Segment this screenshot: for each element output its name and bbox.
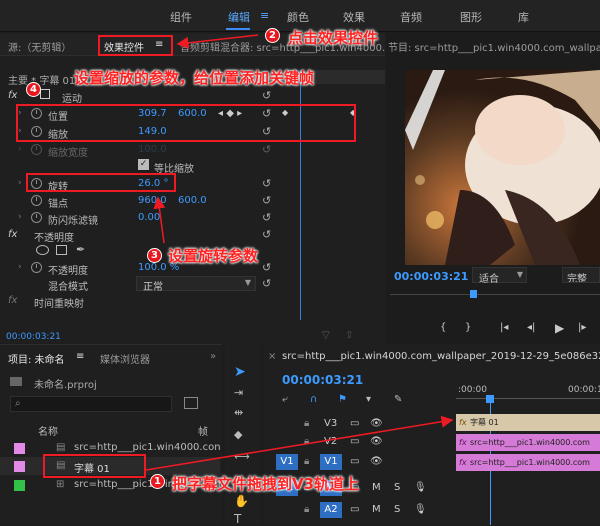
step-badge-3: 3 <box>147 248 162 263</box>
callout-click-effect-controls: 点击效果控件 <box>288 29 379 47</box>
arrow-to-effect-controls <box>176 34 259 49</box>
step-badge-1: 1 <box>150 474 165 489</box>
callout-drag-title-v3: 把字幕文件拖拽到V3轨道上 <box>172 475 360 493</box>
step-badge-4: 4 <box>26 82 41 97</box>
step-badge-2: 2 <box>265 28 280 43</box>
arrow-to-v3-track <box>145 415 454 471</box>
callout-set-scale-keyframe: 设置缩放的参数，给位置添加关键帧 <box>74 69 315 87</box>
callout-set-rotation: 设置旋转参数 <box>168 247 259 265</box>
arrow-to-rotation <box>153 196 166 244</box>
